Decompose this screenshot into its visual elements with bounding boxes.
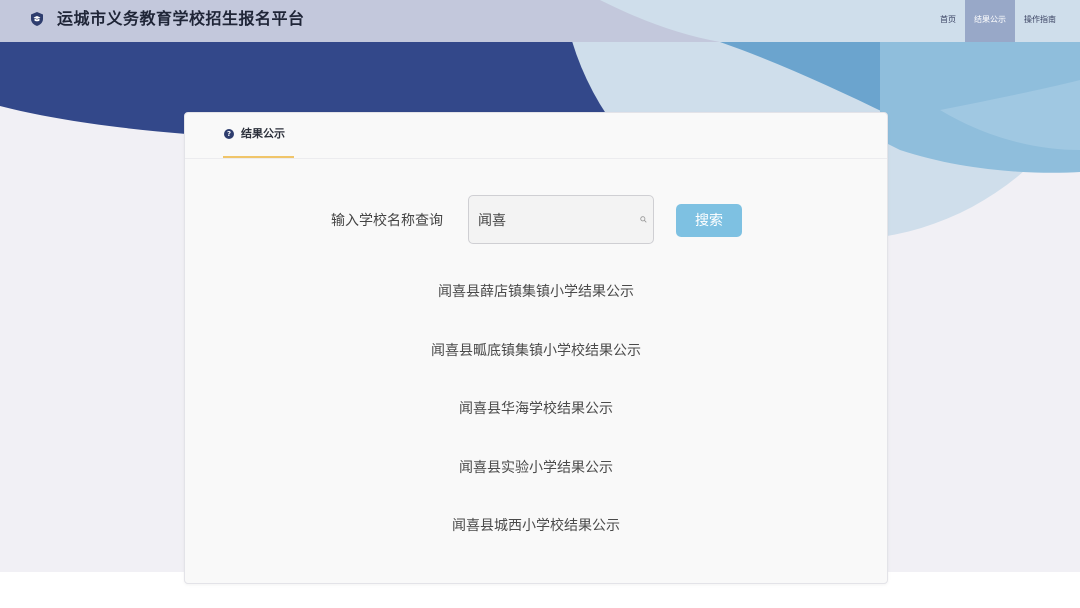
card-tab-bar: ? 结果公示 <box>185 113 887 159</box>
search-box[interactable] <box>468 195 654 244</box>
result-list: 闻喜县薛店镇集镇小学结果公示 闻喜县畖底镇集镇小学校结果公示 闻喜县华海学校结果… <box>185 279 887 572</box>
results-card: ? 结果公示 输入学校名称查询 搜索 闻喜县薛店镇集镇小学结果公示 闻喜县畖底镇… <box>184 112 888 584</box>
search-input[interactable] <box>478 210 628 230</box>
result-link[interactable]: 闻喜县薛店镇集镇小学结果公示 <box>185 279 887 338</box>
nav-item-results[interactable]: 结果公示 <box>965 0 1015 42</box>
search-button[interactable]: 搜索 <box>676 204 742 237</box>
nav-item-home[interactable]: 首页 <box>931 0 965 42</box>
search-icon <box>640 216 647 223</box>
search-label: 输入学校名称查询 <box>331 213 443 229</box>
question-circle-icon: ? <box>224 129 234 139</box>
nav-item-guide[interactable]: 操作指南 <box>1015 0 1065 42</box>
result-link[interactable]: 闻喜县畖底镇集镇小学校结果公示 <box>185 338 887 397</box>
tab-results[interactable]: ? 结果公示 <box>223 113 294 158</box>
result-link[interactable]: 闻喜县实验小学结果公示 <box>185 455 887 514</box>
tab-label: 结果公示 <box>241 127 285 140</box>
site-title: 运城市义务教育学校招生报名平台 <box>57 9 305 28</box>
result-link[interactable]: 闻喜县城西小学校结果公示 <box>185 513 887 572</box>
result-link[interactable]: 闻喜县华海学校结果公示 <box>185 396 887 455</box>
school-shield-icon <box>31 12 43 26</box>
top-header: 运城市义务教育学校招生报名平台 首页 结果公示 操作指南 <box>0 0 1080 42</box>
top-nav: 首页 结果公示 操作指南 <box>931 0 1065 42</box>
